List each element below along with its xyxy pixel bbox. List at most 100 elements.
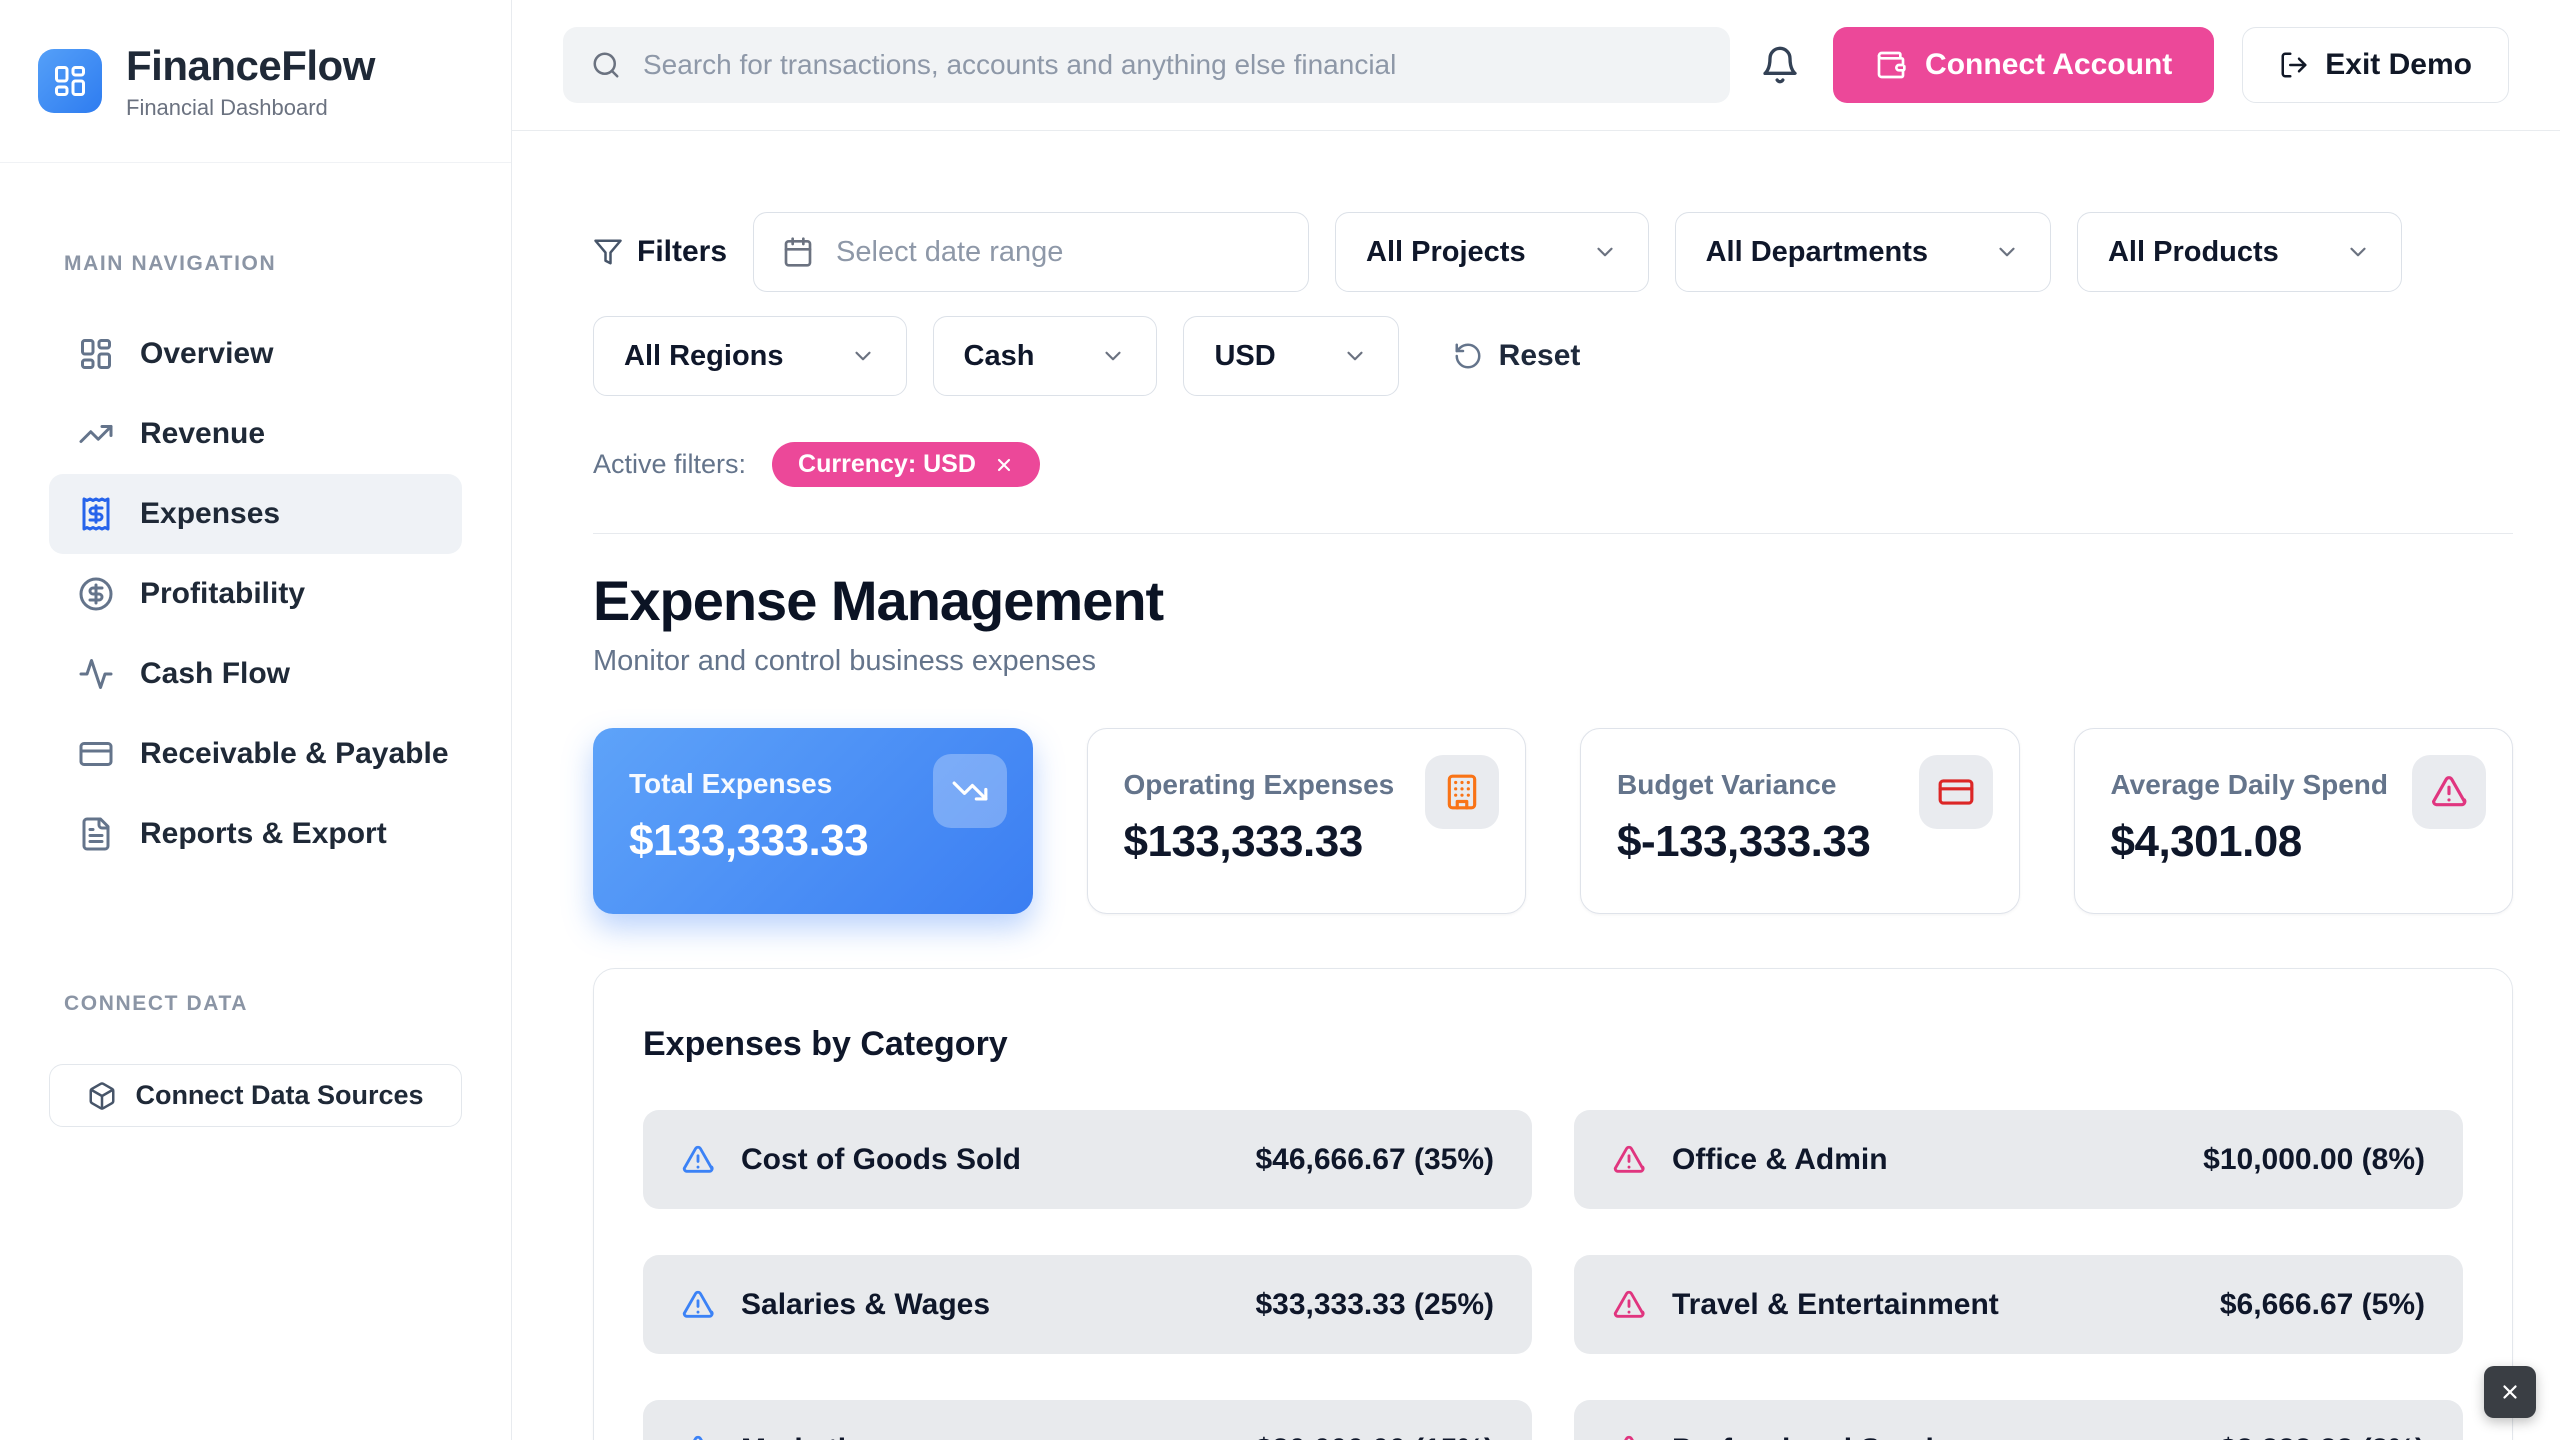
close-overlay-button[interactable] [2484, 1366, 2536, 1418]
filter-dropdown-value: USD [1214, 340, 1275, 373]
building-icon [1443, 773, 1481, 811]
metric-icon-box [2412, 755, 2486, 829]
box-icon [87, 1081, 117, 1111]
connect-data-sources-button[interactable]: Connect Data Sources [49, 1064, 462, 1127]
chevron-down-icon [850, 343, 876, 369]
connect-data-sources-label: Connect Data Sources [135, 1080, 423, 1111]
metric-icon-box [933, 754, 1007, 828]
exit-demo-button[interactable]: Exit Demo [2242, 27, 2509, 103]
sidebar: FinanceFlow Financial Dashboard MAIN NAV… [0, 0, 512, 1440]
expense-category-row: Professional Services $3,333.33 (3%) [1574, 1400, 2463, 1440]
file-text-icon [78, 816, 114, 852]
sidebar-item-reports-export[interactable]: Reports & Export [49, 794, 462, 874]
filter-dropdown[interactable]: All Projects [1335, 212, 1649, 292]
filter-dropdown[interactable]: All Products [2077, 212, 2402, 292]
sidebar-item-expenses[interactable]: Expenses [49, 474, 462, 554]
reset-filters-button[interactable]: Reset [1453, 339, 1581, 373]
nav-section-heading: MAIN NAVIGATION [49, 252, 462, 276]
expense-category-row: Travel & Entertainment $6,666.67 (5%) [1574, 1255, 2463, 1354]
sidebar-item-overview[interactable]: Overview [49, 314, 462, 394]
credit-card-icon [1937, 773, 1975, 811]
expenses-by-category-panel: Expenses by Category Cost of Goods Sold … [593, 968, 2513, 1440]
category-name: Salaries & Wages [741, 1288, 990, 1322]
app-logo [38, 49, 102, 113]
metric-card: Total Expenses $133,333.33 [593, 728, 1033, 914]
sidebar-item-label: Receivable & Payable [140, 737, 449, 771]
filter-dropdown[interactable]: Cash [933, 316, 1158, 396]
filter-dropdown[interactable]: All Regions [593, 316, 907, 396]
filters-title-label: Filters [637, 235, 727, 269]
category-name: Professional Services [1672, 1433, 1984, 1440]
expense-category-row: Marketing $20,000.00 (15%) [643, 1400, 1532, 1440]
activity-icon [78, 656, 114, 692]
category-name: Travel & Entertainment [1672, 1288, 1999, 1322]
metric-card: Operating Expenses $133,333.33 [1087, 728, 1527, 914]
log-out-icon [2279, 50, 2309, 80]
nav-list: Overview Revenue Expenses Profitability … [49, 314, 462, 874]
active-filter-chip[interactable]: Currency: USD [772, 442, 1040, 487]
sidebar-item-label: Cash Flow [140, 657, 290, 691]
chevron-down-icon [1342, 343, 1368, 369]
notifications-button[interactable] [1760, 45, 1800, 85]
active-filter-chip-label: Currency: USD [798, 450, 976, 479]
filter-dropdown-value: All Projects [1366, 236, 1526, 269]
main-area: Connect Account Exit Demo Filters Select… [512, 0, 2560, 1440]
close-icon [2499, 1381, 2521, 1403]
filter-dropdown-value: All Products [2108, 236, 2279, 269]
chevron-down-icon [2345, 239, 2371, 265]
date-range-placeholder: Select date range [836, 236, 1063, 269]
alert-triangle-icon [681, 1143, 715, 1177]
connect-account-label: Connect Account [1925, 48, 2172, 82]
trending-down-icon [951, 772, 989, 810]
sidebar-item-label: Expenses [140, 497, 280, 531]
active-filters-row: Active filters: Currency: USD [593, 442, 2513, 487]
remove-filter-icon[interactable] [994, 455, 1014, 475]
category-value: $3,333.33 (3%) [2220, 1433, 2425, 1440]
trending-up-icon [78, 416, 114, 452]
alert-triangle-icon [1612, 1143, 1646, 1177]
app-root: FinanceFlow Financial Dashboard MAIN NAV… [0, 0, 2560, 1440]
connect-account-button[interactable]: Connect Account [1833, 27, 2214, 103]
filter-row-1: Filters Select date range All Projects A… [593, 212, 2513, 292]
sidebar-item-revenue[interactable]: Revenue [49, 394, 462, 474]
dashboard-grid-icon [78, 336, 114, 372]
category-value: $33,333.33 (25%) [1255, 1288, 1494, 1322]
filter-row-2: All Regions Cash USD Reset [593, 316, 2513, 396]
metric-card: Budget Variance $-133,333.33 [1580, 728, 2020, 914]
sidebar-item-label: Revenue [140, 417, 265, 451]
filter-dropdown[interactable]: USD [1183, 316, 1398, 396]
metric-cards: Total Expenses $133,333.33 Operating Exp… [593, 728, 2513, 914]
circle-dollar-icon [78, 576, 114, 612]
reset-label: Reset [1499, 339, 1581, 373]
sidebar-item-label: Overview [140, 337, 273, 371]
filter-dropdown-value: All Regions [624, 340, 784, 373]
active-filters-label: Active filters: [593, 449, 746, 480]
rotate-ccw-icon [1453, 341, 1483, 371]
search-input[interactable] [643, 49, 1702, 81]
dashboard-grid-icon [52, 63, 88, 99]
calendar-icon [782, 236, 814, 268]
category-name: Marketing [741, 1433, 883, 1440]
date-range-input[interactable]: Select date range [753, 212, 1309, 292]
category-value: $46,666.67 (35%) [1255, 1143, 1494, 1177]
panel-title: Expenses by Category [643, 1025, 2463, 1064]
connect-section-heading: CONNECT DATA [49, 992, 462, 1016]
page-subtitle: Monitor and control business expenses [593, 645, 2513, 678]
sidebar-item-profitability[interactable]: Profitability [49, 554, 462, 634]
chevron-down-icon [1592, 239, 1618, 265]
app-title: FinanceFlow [126, 42, 375, 90]
sidebar-item-label: Reports & Export [140, 817, 387, 851]
filter-dropdown[interactable]: All Departments [1675, 212, 2051, 292]
search-icon [591, 50, 621, 80]
page-content: Filters Select date range All Projects A… [512, 131, 2560, 1440]
category-value: $6,666.67 (5%) [2220, 1288, 2425, 1322]
topbar: Connect Account Exit Demo [512, 0, 2560, 131]
filters-title: Filters [593, 235, 727, 269]
sidebar-item-cash-flow[interactable]: Cash Flow [49, 634, 462, 714]
filter-dropdown-value: All Departments [1706, 236, 1928, 269]
sidebar-item-receivable-payable[interactable]: Receivable & Payable [49, 714, 462, 794]
receipt-icon [78, 496, 114, 532]
expense-category-row: Salaries & Wages $33,333.33 (25%) [643, 1255, 1532, 1354]
search-bar[interactable] [563, 27, 1730, 103]
chevron-down-icon [1100, 343, 1126, 369]
